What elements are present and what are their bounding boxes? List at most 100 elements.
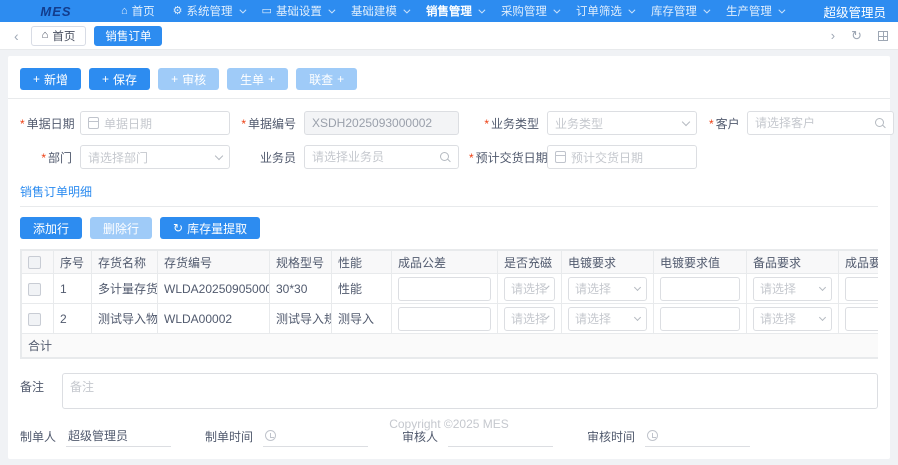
link-query-button[interactable]: 联查 + [296,68,357,90]
chevron-down-icon [682,117,690,125]
add-button[interactable]: + 新增 [20,68,81,90]
nav-label: 首页 [132,3,155,19]
chevron-down-icon [634,314,641,321]
chevron-down-icon [478,6,485,13]
tab-sales-order[interactable]: 销售订单 [94,26,162,46]
row-checkbox[interactable] [28,313,41,326]
nav-item-home[interactable]: ⌂ 首页 [112,0,164,22]
finished-req-input[interactable] [845,277,878,301]
plus-icon: + [337,73,344,85]
select-placeholder: 请选择 [511,280,547,297]
tolerance-input[interactable] [398,277,491,301]
clock-icon [647,430,658,441]
biz-type-label: *业务类型 [469,115,547,132]
tabbar-actions: › ↻ [831,29,888,42]
chevron-down-icon [215,151,223,159]
app-logo[interactable]: MES [0,4,112,19]
generate-order-button[interactable]: 生单 + [227,68,288,90]
refresh-icon[interactable]: ↻ [851,29,862,42]
cell-seq: 2 [54,304,92,334]
chevron-down-icon [634,284,641,291]
cell-item-name: 多计量存货... [92,274,158,304]
audit-button[interactable]: + 审核 [158,68,219,90]
tab-bar: ‹ ⌂ 首页 销售订单 › ↻ [0,22,898,50]
col-spec: 规格型号 [270,251,332,274]
col-spare-req: 备品要求 [747,251,839,274]
home-icon: ⌂ [42,30,49,41]
select-placeholder: 请选择 [575,280,611,297]
customer-input[interactable] [747,111,894,135]
nav-item-inventory[interactable]: 库存管理 [642,0,717,22]
plating-select[interactable]: 请选择 [568,307,647,331]
nav-label: 基础设置 [276,3,322,19]
delivery-date-input[interactable]: 预计交货日期 [547,145,697,169]
required-mark: * [241,117,246,131]
salesman-input[interactable] [304,145,459,169]
biz-type-select[interactable]: 业务类型 [547,111,697,135]
doc-no-label: *单据编号 [240,115,304,132]
nav-item-basic-modeling[interactable]: 基础建模 [342,0,417,22]
nav-label: 系统管理 [187,3,233,19]
delete-row-button[interactable]: 删除行 [90,217,152,239]
department-placeholder: 请选择部门 [88,149,148,166]
layout-grid-icon[interactable] [878,31,888,41]
search-icon[interactable] [874,117,886,129]
add-row-button[interactable]: 添加行 [20,217,82,239]
detail-toolbar: 添加行 删除行 ↻ 库存量提取 [20,217,878,239]
plating-value-input[interactable] [660,277,740,301]
doc-date-label: *单据日期 [20,115,80,132]
button-label: 联查 [309,71,333,88]
chevron-down-icon [553,6,560,13]
button-label: 审核 [182,71,206,88]
nav-item-basic-settings[interactable]: ▭ 基础设置 [253,0,342,22]
tolerance-input[interactable] [398,307,491,331]
chevron-down-icon [819,314,826,321]
spare-req-select[interactable]: 请选择 [753,307,832,331]
col-plating: 电镀要求 [562,251,654,274]
nav-item-purchase[interactable]: 采购管理 [492,0,567,22]
chevron-down-icon [778,6,785,13]
select-placeholder: 请选择 [511,310,547,327]
chevron-down-icon [239,6,246,13]
nav-item-order-filter[interactable]: 订单筛选 [567,0,642,22]
nav-item-production[interactable]: 生产管理 [717,0,792,22]
button-label: 新增 [44,71,68,88]
plating-select[interactable]: 请选择 [568,277,647,301]
doc-no-input [304,111,459,135]
select-all-checkbox[interactable] [28,256,41,269]
salesman-field[interactable] [312,150,434,164]
forward-arrow-icon[interactable]: › [831,29,835,42]
magnetized-select[interactable]: 请选择 [504,277,555,301]
nav-item-sales[interactable]: 销售管理 [417,0,492,22]
magnetized-select[interactable]: 请选择 [504,307,555,331]
table-row: 2 测试导入物... WLDA00002 测试导入规格 测导入 请选择 请选择 … [22,304,879,334]
tabs-scroll-left-icon[interactable]: ‹ [10,28,23,44]
plus-icon: + [268,73,275,85]
plus-icon: + [171,73,178,85]
chevron-down-icon [328,6,335,13]
plus-icon: + [33,73,40,85]
nav-label: 采购管理 [501,3,547,19]
table-row: 1 多计量存货... WLDA2025090500019 30*30 性能 请选… [22,274,879,304]
finished-req-input[interactable] [845,307,878,331]
col-magnetized: 是否充磁 [498,251,562,274]
tab-home[interactable]: ⌂ 首页 [31,26,87,46]
department-select[interactable]: 请选择部门 [80,145,230,169]
col-performance: 性能 [332,251,392,274]
remark-textarea[interactable] [70,378,870,404]
current-user[interactable]: 超级管理员 [823,2,886,21]
select-placeholder: 请选择 [760,310,796,327]
nav-item-system[interactable]: ⚙ 系统管理 [164,0,253,22]
clock-icon [265,430,276,441]
row-checkbox[interactable] [28,283,41,296]
cell-item-code: WLDA2025090500019 [158,274,270,304]
plating-value-input[interactable] [660,307,740,331]
stock-fetch-button[interactable]: ↻ 库存量提取 [160,217,260,239]
search-icon[interactable] [439,151,451,163]
cell-spec: 30*30 [270,274,332,304]
save-button[interactable]: + 保存 [89,68,150,90]
spare-req-select[interactable]: 请选择 [753,277,832,301]
doc-date-input[interactable]: 单据日期 [80,111,230,135]
panel-icon: ▭ [262,6,272,17]
customer-field[interactable] [755,116,869,130]
